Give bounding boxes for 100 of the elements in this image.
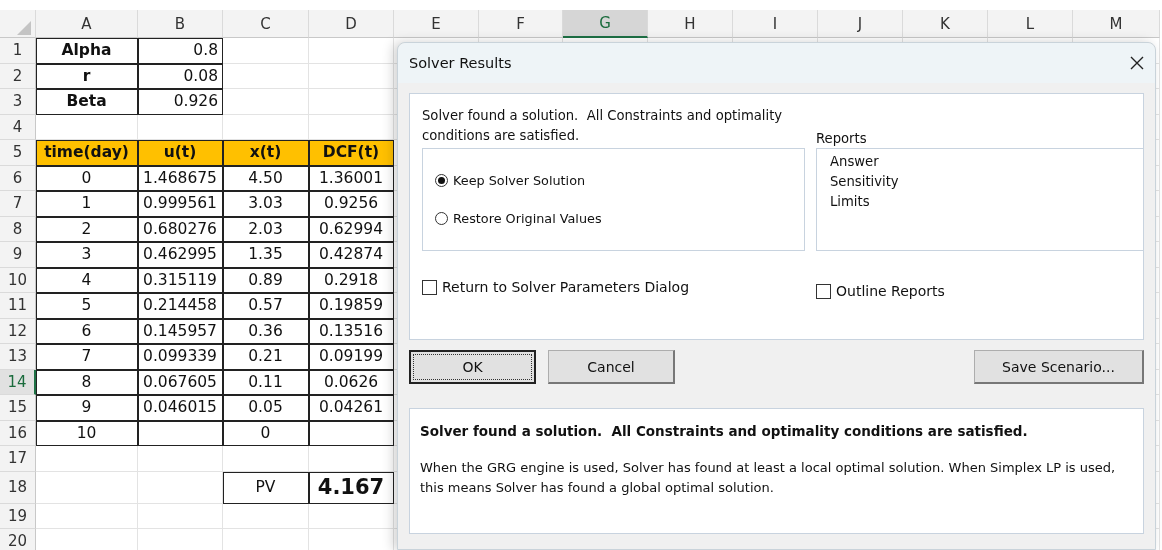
table-cell: 0.099339: [138, 344, 223, 370]
table-cell: 7: [36, 344, 138, 370]
table-cell: 0.05: [223, 395, 309, 421]
table-cell: 0.462995: [138, 242, 223, 268]
dialog-button[interactable]: OK: [409, 350, 536, 384]
checkbox-label[interactable]: Return to Solver Parameters Dialog: [442, 279, 690, 295]
table-cell: 0.680276: [138, 216, 223, 242]
table-cell: 0.09199: [309, 344, 394, 370]
table-cell: 0.89: [223, 267, 309, 293]
column-header[interactable]: I: [733, 10, 818, 38]
table-cell: 0.926: [138, 89, 223, 115]
table-cell: 0: [36, 165, 138, 191]
table-cell: 0.2918: [309, 267, 394, 293]
column-header[interactable]: D: [309, 10, 394, 38]
table-cell: 0.19859: [309, 293, 394, 319]
table-cell: 0.0626: [309, 369, 394, 395]
row-header[interactable]: 15: [0, 395, 36, 421]
table-cell: Alpha: [36, 38, 138, 64]
checkbox[interactable]: [422, 279, 437, 295]
column-header[interactable]: B: [138, 10, 223, 38]
radio-button[interactable]: [435, 174, 448, 187]
table-cell: 0.067605: [138, 369, 223, 395]
table-cell: 0.11: [223, 369, 309, 395]
table-cell: x(t): [223, 140, 309, 166]
column-header[interactable]: M: [1073, 10, 1160, 38]
radio-button[interactable]: [435, 212, 448, 225]
table-cell: 0.145957: [138, 318, 223, 344]
table-cell: 1.36001: [309, 165, 394, 191]
row-header[interactable]: 16: [0, 420, 36, 446]
column-header[interactable]: F: [479, 10, 563, 38]
option-label[interactable]: Restore Original Values: [453, 211, 602, 226]
close-icon[interactable]: [1129, 55, 1145, 71]
table-cell: Beta: [36, 89, 138, 115]
table-cell: 0.8: [138, 38, 223, 64]
table-cell: DCF(t): [309, 140, 394, 166]
report-item[interactable]: Sensitivity: [827, 172, 902, 192]
table-cell: 0.36: [223, 318, 309, 344]
table-cell: 0.62994: [309, 216, 394, 242]
row-header[interactable]: 1: [0, 38, 36, 64]
table-cell: 3: [36, 242, 138, 268]
report-item[interactable]: Limits: [827, 192, 873, 212]
row-header[interactable]: 8: [0, 216, 36, 242]
row-header[interactable]: 2: [0, 63, 36, 89]
table-cell: 0.04261: [309, 395, 394, 421]
row-header[interactable]: 6: [0, 165, 36, 191]
table-cell: 10: [36, 420, 138, 446]
table-cell: 1.468675: [138, 165, 223, 191]
table-cell: 0.21: [223, 344, 309, 370]
table-cell: r: [36, 63, 138, 89]
dialog-title: Solver Results: [409, 55, 512, 71]
table-cell: 0.13516: [309, 318, 394, 344]
table-cell: 0.57: [223, 293, 309, 319]
table-cell: PV: [223, 471, 309, 504]
description-text: When the GRG engine is used, Solver has found at least a local optimal solution. When Simplex LP is used, this means Solver has found a global optimal solution.: [420, 459, 1117, 497]
table-cell: 5: [36, 293, 138, 319]
table-cell: u(t): [138, 140, 223, 166]
row-header[interactable]: 20: [0, 529, 36, 550]
table-cell: 3.03: [223, 191, 309, 217]
row-header[interactable]: 13: [0, 344, 36, 370]
table-cell: 0.999561: [138, 191, 223, 217]
column-header[interactable]: E: [394, 10, 479, 38]
dialog-button[interactable]: Cancel: [548, 350, 675, 384]
column-header[interactable]: J: [818, 10, 903, 38]
table-cell: 2: [36, 216, 138, 242]
row-header[interactable]: 7: [0, 191, 36, 217]
table-cell: 0.9256: [309, 191, 394, 217]
row-header[interactable]: 12: [0, 318, 36, 344]
row-header[interactable]: 10: [0, 267, 36, 293]
column-header[interactable]: K: [903, 10, 988, 38]
table-cell: 0.046015: [138, 395, 223, 421]
table-cell: 1: [36, 191, 138, 217]
table-cell: 0.214458: [138, 293, 223, 319]
column-header[interactable]: L: [988, 10, 1073, 38]
row-header[interactable]: 17: [0, 446, 36, 472]
checkbox-label[interactable]: Outline Reports: [836, 283, 945, 299]
row-header[interactable]: 3: [0, 89, 36, 115]
row-header[interactable]: 11: [0, 293, 36, 319]
checkbox[interactable]: [816, 283, 831, 299]
row-header[interactable]: 19: [0, 503, 36, 529]
report-item[interactable]: Answer: [827, 152, 882, 172]
table-cell: 4.167: [309, 471, 394, 504]
table-cell: 1.35: [223, 242, 309, 268]
table-cell: time(day): [36, 140, 138, 166]
dialog-button[interactable]: Save Scenario...: [974, 350, 1144, 384]
row-header[interactable]: 5: [0, 140, 36, 166]
column-header[interactable]: G: [563, 10, 648, 38]
row-header[interactable]: 4: [0, 114, 36, 140]
table-cell: 0.08: [138, 63, 223, 89]
option-label[interactable]: Keep Solver Solution: [453, 173, 586, 188]
column-header[interactable]: C: [223, 10, 309, 38]
row-header[interactable]: 9: [0, 242, 36, 268]
column-header[interactable]: A: [36, 10, 138, 38]
table-cell: 4.50: [223, 165, 309, 191]
row-header[interactable]: 14: [0, 369, 36, 395]
result-message: Solver found a solution. All Constraints and optimality conditions are satisfied.: [422, 107, 784, 145]
table-cell: 0: [223, 420, 309, 446]
row-header[interactable]: 18: [0, 471, 36, 504]
table-cell: 0.42874: [309, 242, 394, 268]
column-header[interactable]: H: [648, 10, 733, 38]
table-cell: 0.315119: [138, 267, 223, 293]
